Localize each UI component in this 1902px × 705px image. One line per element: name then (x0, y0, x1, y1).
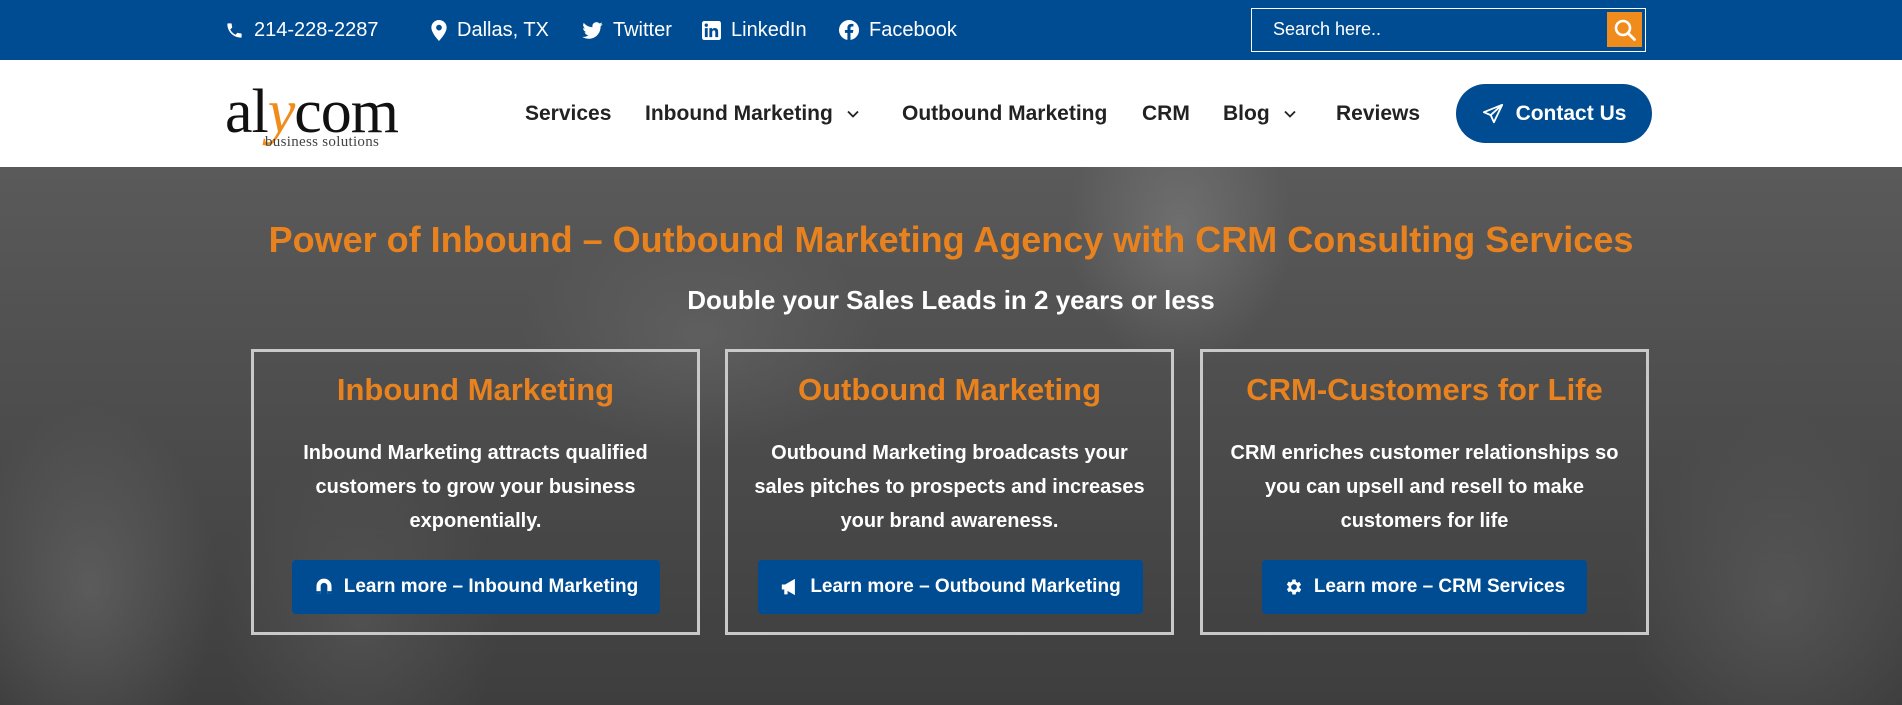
nav-blog[interactable]: Blog (1223, 60, 1296, 167)
card-description: Inbound Marketing attracts qualified cus… (268, 436, 683, 538)
search-box (1251, 8, 1646, 52)
card-description-line: you can upsell and resell to make (1264, 476, 1584, 498)
nav-services-label: Services (525, 101, 612, 125)
contact-us-label: Contact Us (1515, 101, 1627, 125)
card-description-line: Outbound Marketing broadcasts your (771, 442, 1128, 464)
search-icon (1614, 19, 1636, 41)
nav-crm-label: CRM (1142, 101, 1190, 125)
magnet-icon (316, 578, 332, 594)
hero-section: Power of Inbound – Outbound Marketing Ag… (0, 167, 1902, 705)
phone-link[interactable]: 214-228-2287 (225, 0, 379, 60)
card-description-line: customers for life (1340, 510, 1509, 532)
card-description-line: customers to grow your business (315, 476, 636, 498)
chevron-down-icon (847, 110, 859, 118)
card-description-line: your brand awareness. (840, 510, 1059, 532)
service-card-inbound: Inbound Marketing Inbound Marketing attr… (251, 349, 700, 635)
top-bar: 214-228-2287 Dallas, TX Twitter LinkedIn… (0, 0, 1902, 60)
nav-outbound-label: Outbound Marketing (902, 101, 1108, 125)
paper-plane-icon (1482, 103, 1503, 123)
search-button[interactable] (1607, 12, 1642, 47)
gear-icon (1286, 579, 1301, 595)
twitter-link[interactable]: Twitter (582, 0, 672, 60)
nav-services[interactable]: Services (525, 60, 611, 167)
location-link[interactable]: Dallas, TX (431, 0, 549, 60)
nav-crm[interactable]: CRM (1142, 60, 1190, 167)
card-description-line: sales pitches to prospects and increases (754, 476, 1145, 498)
site-header: alycom business solutions Services Inbou… (0, 60, 1902, 167)
search-input[interactable] (1252, 9, 1607, 50)
location-text: Dallas, TX (457, 18, 549, 41)
learn-more-inbound-label: Learn more – Inbound Marketing (343, 576, 639, 597)
card-title: CRM-Customers for Life (1246, 372, 1603, 407)
facebook-icon (839, 20, 859, 40)
card-description: CRM enriches customer relationships so y… (1217, 436, 1632, 538)
card-title: Outbound Marketing (797, 372, 1102, 407)
learn-more-outbound-label: Learn more – Outbound Marketing (810, 576, 1121, 597)
facebook-label: Facebook (869, 18, 957, 41)
card-description-line: Inbound Marketing attracts qualified (303, 442, 648, 464)
linkedin-icon (702, 20, 721, 40)
phone-number: 214-228-2287 (254, 18, 379, 41)
alycom-logo[interactable]: alycom business solutions (225, 78, 440, 150)
chevron-down-icon (1284, 110, 1296, 118)
card-title: Inbound Marketing (336, 372, 615, 407)
learn-more-crm-button[interactable]: Learn more – CRM Services (1262, 560, 1587, 614)
phone-icon (227, 22, 242, 38)
service-card-outbound: Outbound Marketing Outbound Marketing br… (725, 349, 1174, 635)
card-description-line: exponentially. (409, 510, 542, 532)
linkedin-link[interactable]: LinkedIn (702, 0, 807, 60)
nav-inbound-marketing[interactable]: Inbound Marketing (645, 60, 859, 167)
logo-tagline: business solutions (265, 134, 380, 150)
nav-reviews[interactable]: Reviews (1336, 60, 1420, 167)
service-card-crm: CRM-Customers for Life CRM enriches cust… (1200, 349, 1649, 635)
megaphone-icon (782, 578, 796, 596)
nav-outbound-marketing[interactable]: Outbound Marketing (902, 60, 1107, 167)
hero-subtitle: Double your Sales Leads in 2 years or le… (687, 285, 1215, 315)
card-description: Outbound Marketing broadcasts your sales… (742, 436, 1157, 538)
learn-more-inbound-button[interactable]: Learn more – Inbound Marketing (292, 560, 660, 614)
hero-title: Power of Inbound – Outbound Marketing Ag… (268, 219, 1634, 260)
logo-prefix: al (225, 78, 269, 146)
map-pin-icon (431, 19, 447, 41)
learn-more-outbound-button[interactable]: Learn more – Outbound Marketing (758, 560, 1143, 614)
facebook-link[interactable]: Facebook (839, 0, 957, 60)
learn-more-crm-label: Learn more – CRM Services (1313, 576, 1566, 597)
twitter-label: Twitter (613, 18, 672, 41)
nav-reviews-label: Reviews (1336, 101, 1421, 125)
nav-blog-label: Blog (1223, 101, 1270, 125)
twitter-icon (582, 21, 603, 39)
linkedin-label: LinkedIn (731, 18, 807, 41)
card-description-line: CRM enriches customer relationships so (1230, 442, 1619, 464)
contact-us-button[interactable]: Contact Us (1456, 84, 1652, 143)
nav-inbound-label: Inbound Marketing (645, 101, 833, 125)
